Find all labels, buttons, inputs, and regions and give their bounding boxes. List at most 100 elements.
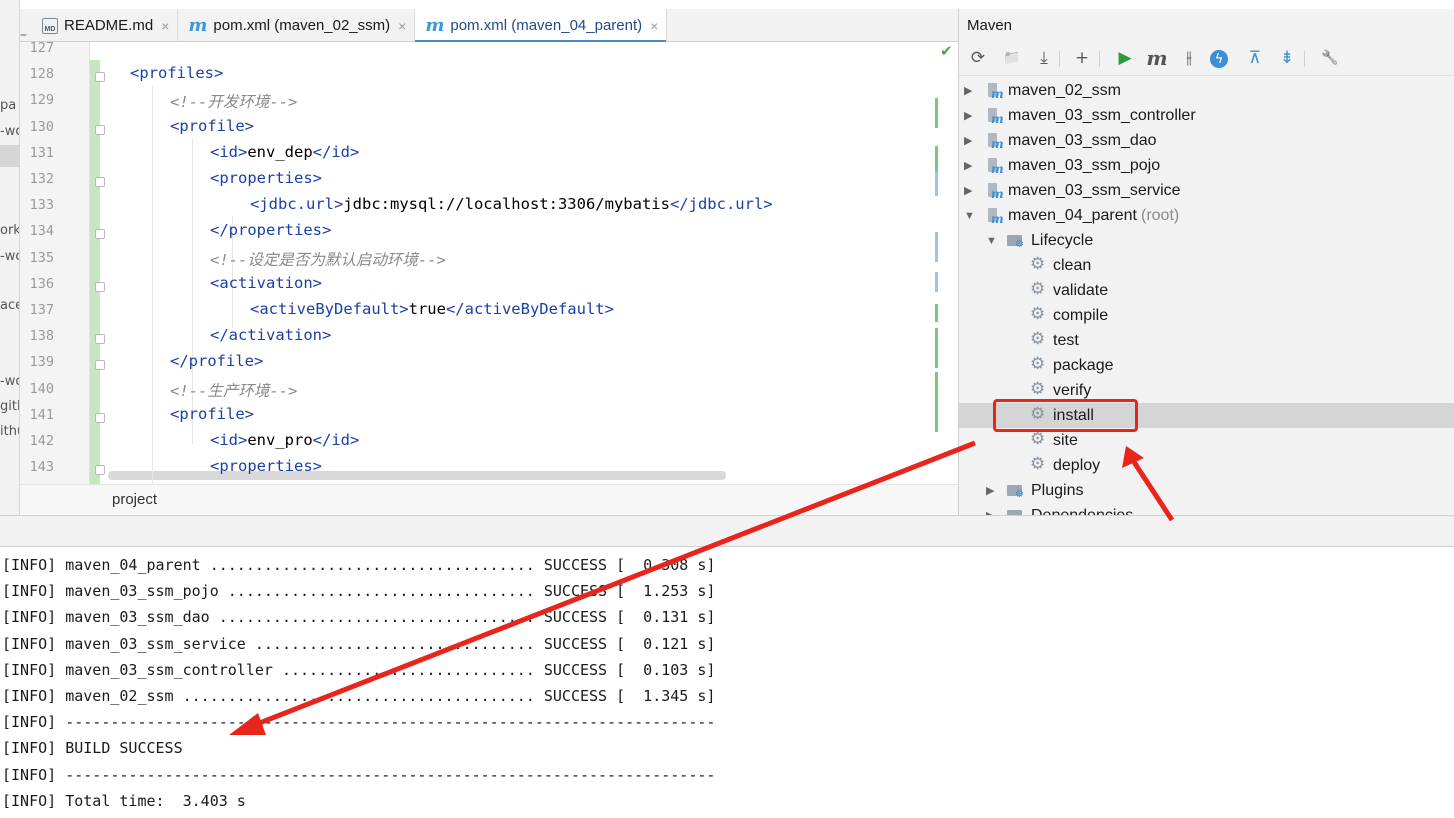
editor-tab[interactable]: MD README.md × [32, 9, 179, 42]
show-dependencies-icon[interactable]: ⊼ [1244, 47, 1266, 69]
code-line[interactable]: <!--开发环境--> [170, 90, 297, 112]
tree-item-dependencies[interactable]: ▶⚙Dependencies [959, 503, 1454, 515]
fold-marker-icon[interactable] [95, 229, 105, 240]
skip-tests-icon[interactable]: ϟ [1210, 50, 1228, 68]
code-line[interactable]: <profile> [170, 405, 254, 423]
tree-item-test[interactable]: ⚙ test [959, 328, 1454, 353]
expand-arrow-right-icon[interactable]: ▶ [964, 84, 972, 97]
execute-goal-icon[interactable]: m [1146, 46, 1168, 70]
code-line[interactable]: </profile> [170, 352, 263, 370]
expand-arrow-right-icon[interactable]: ▶ [964, 159, 972, 172]
gear-icon: ⚙ [1030, 429, 1046, 448]
xml-tag: <jdbc.url> [250, 195, 344, 214]
fold-marker-icon[interactable] [95, 177, 105, 187]
error-stripe-mark[interactable] [935, 304, 938, 322]
tree-item-label: Dependencies [1031, 507, 1133, 516]
error-stripe-mark[interactable] [935, 98, 938, 128]
fold-marker-icon[interactable] [95, 334, 105, 345]
code-line[interactable]: <!--设定是否为默认启动环境--> [210, 248, 446, 270]
code-editor[interactable]: 127 128 129 130 131 132 133 134 135 136 137 138 139 1… [20, 42, 958, 484]
tree-item-text: maven_03_ssm_dao [1008, 131, 1157, 149]
code-line[interactable]: <properties> [210, 457, 322, 475]
line-number: 138 [29, 328, 54, 345]
xml-tag: </profile> [170, 352, 264, 371]
editor-tab[interactable]: m pom.xml (maven_04_parent) × [415, 9, 668, 43]
breadcrumb-item[interactable]: project [112, 491, 157, 508]
download-icon[interactable]: ⤓ [1033, 47, 1055, 69]
error-stripe-mark[interactable] [935, 372, 938, 432]
gear-icon: ⚙ [1030, 379, 1046, 398]
error-stripe-mark[interactable] [935, 172, 938, 196]
console-line: [INFO] maven_03_ssm_controller .........… [2, 660, 716, 679]
tree-item-maven-03-ssm-pojo[interactable]: ▶ m maven_03_ssm_pojo [959, 153, 1454, 178]
code-line[interactable]: <properties> [210, 169, 322, 187]
error-stripe-mark[interactable] [935, 328, 938, 368]
tree-item-compile[interactable]: ⚙ compile [959, 303, 1454, 328]
toolbar-separator [1304, 51, 1305, 67]
expand-arrow-right-icon[interactable]: ▶ [986, 484, 994, 497]
tree-item-lifecycle[interactable]: ▼ ⚙ Lifecycle [959, 228, 1454, 253]
editor-tab[interactable]: m pom.xml (maven_02_ssm) × [178, 9, 416, 42]
code-line[interactable]: </properties> [210, 221, 331, 239]
error-stripe-mark[interactable] [935, 232, 938, 262]
expand-arrow-down-icon[interactable]: ▼ [986, 235, 997, 247]
collapse-all-icon[interactable]: ⇟ [1276, 47, 1298, 69]
tree-item-validate[interactable]: ⚙ validate [959, 278, 1454, 303]
expand-arrow-right-icon[interactable]: ▶ [964, 184, 972, 197]
code-line[interactable]: <!--生产环境--> [170, 379, 297, 401]
tree-item-plugins[interactable]: ▶ ⚙ Plugins [959, 478, 1454, 503]
code-line[interactable]: <profiles> [130, 64, 223, 82]
xml-tag: </jdbc.url> [669, 195, 773, 214]
project-panel-selected-row[interactable] [0, 145, 19, 167]
fold-marker-icon[interactable] [95, 124, 105, 135]
tree-item-clean[interactable]: ⚙ clean [959, 253, 1454, 278]
expand-arrow-down-icon[interactable]: ▼ [964, 210, 975, 222]
line-number: 141 [29, 406, 54, 423]
tree-item-label: Lifecycle [1031, 232, 1093, 250]
tree-item-maven-02-ssm[interactable]: ▶ m maven_02_ssm [959, 78, 1454, 103]
module-icon-letter: m [991, 187, 1004, 201]
add-maven-project-icon[interactable]: 📁 [1001, 47, 1023, 69]
maven-module-icon: m [988, 208, 1004, 226]
reload-icon[interactable]: ⟳ [967, 47, 989, 69]
code-line[interactable]: <profile> [170, 117, 254, 135]
tree-item-label: maven_03_ssm_dao [1008, 132, 1157, 150]
code-line[interactable]: <activation> [210, 274, 322, 292]
code-line[interactable]: <id>env_dep</id> [210, 143, 359, 161]
run-icon[interactable]: ▶ [1114, 47, 1136, 69]
tree-item-maven-03-ssm-service[interactable]: ▶ m maven_03_ssm_service [959, 178, 1454, 203]
tree-item-maven-04-parent[interactable]: ▼ m maven_04_parent (root) [959, 203, 1454, 228]
tree-item-maven-03-ssm-controller[interactable]: ▶ m maven_03_ssm_controller [959, 103, 1454, 128]
toggle-offline-icon[interactable]: ⫲ [1178, 47, 1200, 69]
code-line[interactable]: <id>env_pro</id> [210, 431, 359, 449]
fold-marker-icon[interactable] [95, 72, 105, 83]
fold-marker-icon[interactable] [95, 412, 105, 423]
tree-item-package[interactable]: ⚙ package [959, 353, 1454, 378]
xml-comment: <!--设定是否为默认启动环境--> [210, 250, 446, 269]
expand-arrow-right-icon[interactable]: ▶ [964, 134, 972, 147]
collapse-minus-icon[interactable]: – [20, 27, 30, 43]
fold-marker-icon[interactable] [95, 465, 105, 476]
maven-module-icon: m [988, 183, 1004, 201]
breadcrumb: project [20, 484, 958, 514]
plus-icon[interactable]: + [1071, 47, 1093, 69]
close-icon[interactable]: × [398, 18, 406, 34]
xml-text: true [408, 300, 446, 318]
tree-item-label: maven_02_ssm [1008, 82, 1121, 100]
settings-wrench-icon[interactable]: 🔧 [1319, 47, 1341, 69]
close-icon[interactable]: × [650, 18, 658, 34]
tree-item-deploy[interactable]: ⚙ deploy [959, 453, 1454, 478]
error-stripe-mark[interactable] [935, 272, 938, 292]
code-line[interactable]: </activation> [210, 326, 331, 344]
horizontal-scrollbar[interactable] [108, 471, 726, 480]
toolbar-separator [1099, 51, 1100, 67]
code-line[interactable]: <activeByDefault>true</activeByDefault> [250, 300, 614, 318]
editor-tab-bar: – MD README.md × m pom.xml (maven_02_ssm) × m p… [20, 9, 958, 43]
xml-tag: <activeByDefault> [250, 300, 409, 318]
code-line[interactable]: <jdbc.url>jdbc:mysql://localhost:3306/my… [250, 195, 773, 213]
expand-arrow-right-icon[interactable]: ▶ [964, 109, 972, 122]
fold-marker-icon[interactable] [95, 281, 105, 292]
close-icon[interactable]: × [161, 18, 169, 34]
tree-item-maven-03-ssm-dao[interactable]: ▶ m maven_03_ssm_dao [959, 128, 1454, 153]
fold-marker-icon[interactable] [95, 360, 105, 371]
